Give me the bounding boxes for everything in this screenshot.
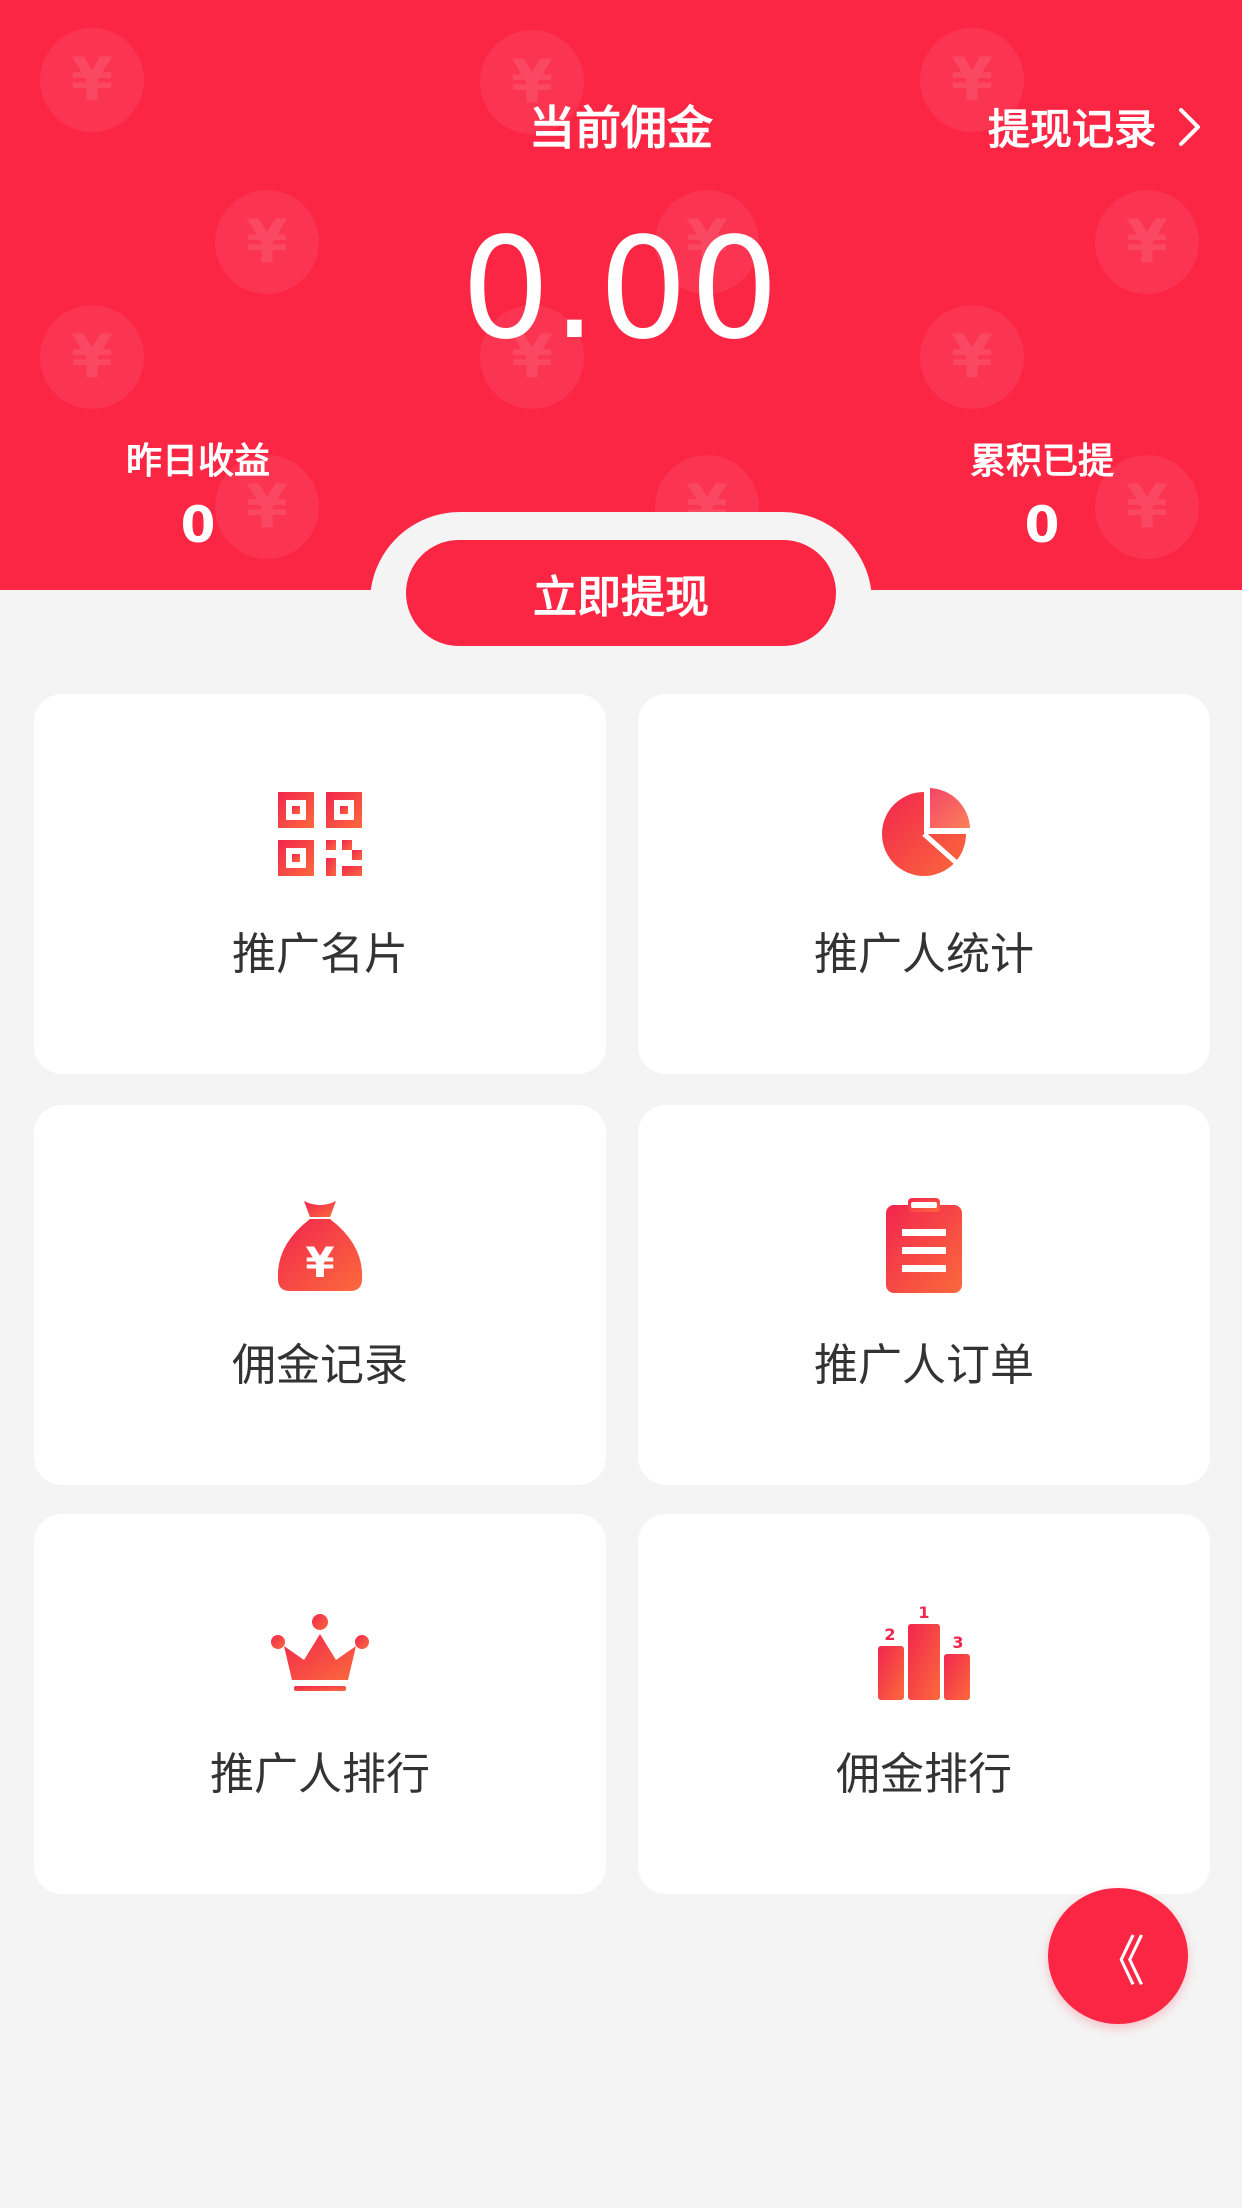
yesterday-earnings-value: 0 [180,496,216,554]
money-bag-icon: ¥ [270,1195,370,1295]
clipboard-icon [874,1195,974,1295]
menu-card-label: 推广人排行 [210,1749,430,1800]
svg-text:3: 3 [952,1633,963,1652]
chevron-right-icon [1179,107,1200,146]
menu-card-promoter-ranking[interactable]: 推广人排行 [34,1514,606,1894]
crown-icon [270,1604,370,1704]
back-floating-button[interactable]: 《 [1048,1888,1188,2024]
menu-card-promo-card[interactable]: 推广名片 [34,694,606,1074]
menu-card-promoter-stats[interactable]: 推广人统计 [638,694,1210,1074]
commission-header: ¥ ¥ ¥ ¥ ¥ ¥ ¥ ¥ ¥ ¥ ¥ ¥ 当前佣金 提现记录 0.00 昨… [0,0,1242,590]
menu-card-label: 佣金记录 [232,1340,408,1391]
total-withdrawn-value: 0 [1024,496,1060,554]
yesterday-earnings: 昨日收益 0 [78,432,318,554]
commission-amount: 0.00 [461,208,781,371]
menu-card-commission-ranking[interactable]: 1 2 3 佣金排行 [638,1514,1210,1894]
podium-icon: 1 2 3 [874,1604,974,1704]
total-withdrawn: 累积已提 0 [922,432,1162,554]
svg-text:2: 2 [884,1625,895,1644]
total-withdrawn-label: 累积已提 [969,441,1114,482]
qr-code-icon [270,784,370,884]
menu-card-commission-records[interactable]: ¥ 佣金记录 [34,1105,606,1485]
withdraw-record-label: 提现记录 [987,105,1156,154]
double-chevron-left-icon: 《 [1091,1929,1145,1993]
withdraw-record-link[interactable]: 提现记录 [988,96,1202,157]
svg-text:1: 1 [918,1604,929,1622]
menu-card-label: 佣金排行 [836,1749,1012,1800]
yesterday-earnings-label: 昨日收益 [125,441,270,482]
pie-chart-icon [874,784,974,884]
menu-card-label: 推广人订单 [814,1340,1034,1391]
svg-text:¥: ¥ [305,1238,334,1287]
withdraw-now-button[interactable]: 立即提现 [406,540,836,646]
menu-card-label: 推广人统计 [814,929,1034,980]
menu-card-label: 推广名片 [232,929,408,980]
menu-card-promoter-orders[interactable]: 推广人订单 [638,1105,1210,1485]
